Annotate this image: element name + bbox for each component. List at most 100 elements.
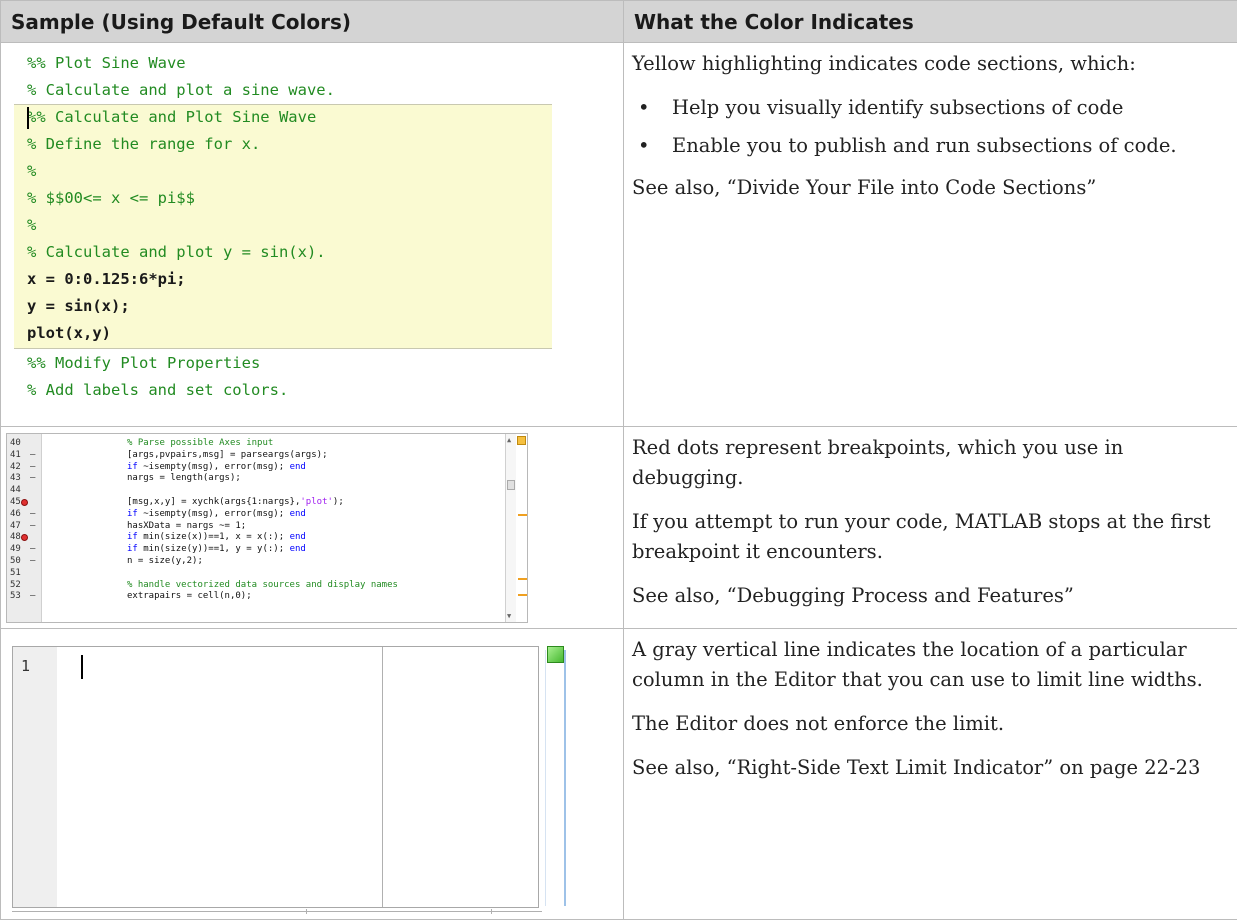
code-text: [args,pvpairs,msg] = parseargs(args); bbox=[127, 450, 327, 462]
text-cursor bbox=[81, 655, 83, 679]
line-number: 42 bbox=[10, 462, 21, 474]
text-cursor bbox=[27, 107, 29, 129]
line-number: 48 bbox=[10, 532, 21, 544]
code-text: if min(size(y))==1, y = y(:); end bbox=[127, 544, 306, 556]
sample-cell-text-limit: 1 bbox=[1, 629, 624, 920]
code-line: 48 if min(size(x))==1, x = x(:); end bbox=[7, 532, 505, 544]
list-item: • Enable you to publish and run subsectio… bbox=[632, 131, 1229, 161]
code-line: % Calculate and plot a sine wave. bbox=[14, 77, 552, 104]
code-line: 47– hasXData = nargs ~= 1; bbox=[7, 521, 505, 533]
see-also-link[interactable]: See also, “Divide Your File into Code Se… bbox=[632, 173, 1229, 203]
divider bbox=[306, 909, 307, 914]
code-line: 49–if min(size(y))==1, y = y(:); end bbox=[7, 544, 505, 556]
sample-cell-breakpoints: ▲ ▼ 40% Parse possible Axes input41–[arg… bbox=[1, 427, 624, 629]
code-line: %% Calculate and Plot Sine Wave bbox=[14, 104, 552, 131]
code-text: n = size(y,2); bbox=[127, 556, 203, 568]
executable-line-marker[interactable]: – bbox=[30, 509, 35, 521]
code-line: x = 0:0.125:6*pi; bbox=[14, 266, 552, 293]
code-line: % Define the range for x. bbox=[14, 131, 552, 158]
scroll-up-icon[interactable]: ▲ bbox=[507, 436, 511, 444]
line-number: 51 bbox=[10, 568, 21, 580]
line-number: 46 bbox=[10, 509, 21, 521]
code-line: % bbox=[14, 158, 552, 185]
text-limit-line bbox=[382, 647, 383, 907]
bullet-icon: • bbox=[638, 131, 650, 161]
executable-line-marker[interactable]: – bbox=[30, 521, 35, 533]
code-text: if ~isempty(msg), error(msg); end bbox=[127, 509, 306, 521]
bullet-icon: • bbox=[638, 93, 650, 123]
code-line: % bbox=[14, 212, 552, 239]
line-number: 1 bbox=[21, 657, 30, 675]
vertical-scrollbar[interactable] bbox=[545, 650, 566, 906]
code-text: nargs = length(args); bbox=[127, 473, 241, 485]
line-number: 40 bbox=[10, 438, 21, 450]
warning-marker-icon[interactable] bbox=[518, 514, 527, 516]
code-line: 46– if ~isempty(msg), error(msg); end bbox=[7, 509, 505, 521]
code-line: %% Plot Sine Wave bbox=[14, 50, 552, 77]
code-line: 42– if ~isempty(msg), error(msg); end bbox=[7, 462, 505, 474]
sample-cell-code-sections: %% Plot Sine Wave % Calculate and plot a… bbox=[1, 43, 624, 427]
description-text: The Editor does not enforce the limit. bbox=[632, 709, 1229, 739]
table-row: %% Plot Sine Wave % Calculate and plot a… bbox=[1, 43, 1237, 427]
table-row: 1 A gray vertical line indicates the loc… bbox=[1, 629, 1237, 920]
code-line: % Calculate and plot y = sin(x). bbox=[14, 239, 552, 266]
code-sections-sample: %% Plot Sine Wave % Calculate and plot a… bbox=[14, 50, 552, 419]
description-text: Red dots represent breakpoints, which yo… bbox=[632, 433, 1229, 493]
executable-line-marker[interactable]: – bbox=[30, 591, 35, 603]
line-number: 41 bbox=[10, 450, 21, 462]
editor-pane[interactable]: 1 bbox=[12, 646, 539, 908]
description-cell-code-sections: Yellow highlighting indicates code secti… bbox=[624, 43, 1237, 427]
code-line: %% Modify Plot Properties bbox=[14, 350, 552, 377]
text-limit-sample: 1 bbox=[1, 629, 624, 919]
description-cell-breakpoints: Red dots represent breakpoints, which yo… bbox=[624, 427, 1237, 629]
description-text: A gray vertical line indicates the locat… bbox=[632, 635, 1229, 695]
code-line: y = sin(x); bbox=[14, 293, 552, 320]
line-number: 47 bbox=[10, 521, 21, 533]
vertical-scrollbar[interactable] bbox=[505, 434, 516, 622]
line-number: 43 bbox=[10, 473, 21, 485]
breakpoint-icon[interactable] bbox=[21, 499, 28, 506]
code-line: 44 bbox=[7, 485, 505, 497]
bullet-list: •Help you visually identify subsections … bbox=[632, 93, 1229, 161]
executable-line-marker[interactable]: – bbox=[30, 473, 35, 485]
divider bbox=[491, 909, 492, 914]
code-line: 53–extrapairs = cell(n,0); bbox=[7, 591, 505, 603]
executable-line-marker[interactable]: – bbox=[30, 450, 35, 462]
description-cell-text-limit: A gray vertical line indicates the locat… bbox=[624, 629, 1237, 920]
line-number: 45 bbox=[10, 497, 21, 509]
code-line: % Add labels and set colors. bbox=[14, 377, 552, 404]
code-text: % handle vectorized data sources and dis… bbox=[127, 580, 398, 592]
code-text: hasXData = nargs ~= 1; bbox=[127, 521, 246, 533]
color-indicator-table: Sample (Using Default Colors) What the C… bbox=[0, 0, 1237, 920]
see-also-link[interactable]: See also, “Right-Side Text Limit Indicat… bbox=[632, 753, 1229, 783]
executable-line-marker[interactable]: – bbox=[30, 462, 35, 474]
line-number: 52 bbox=[10, 580, 21, 592]
breakpoints-sample: ▲ ▼ 40% Parse possible Axes input41–[arg… bbox=[6, 433, 528, 623]
code-text: [msg,x,y] = xychk(args{1:nargs},'plot'); bbox=[127, 497, 344, 509]
line-number-gutter bbox=[13, 647, 57, 907]
header-sample: Sample (Using Default Colors) bbox=[1, 1, 624, 43]
warning-marker-icon[interactable] bbox=[518, 594, 527, 596]
header-meaning: What the Color Indicates bbox=[624, 1, 1237, 43]
see-also-link[interactable]: See also, “Debugging Process and Feature… bbox=[632, 581, 1229, 611]
scrollbar-thumb[interactable] bbox=[507, 480, 515, 490]
code-line: 40 % Parse possible Axes input bbox=[7, 438, 505, 450]
code-text: if ~isempty(msg), error(msg); end bbox=[127, 462, 306, 474]
code-analyzer-status-icon[interactable] bbox=[517, 436, 526, 445]
code-line: 43– nargs = length(args); bbox=[7, 473, 505, 485]
code-text: if min(size(x))==1, x = x(:); end bbox=[127, 532, 306, 544]
code-line: 51 bbox=[7, 568, 505, 580]
line-number: 53 bbox=[10, 591, 21, 603]
line-number: 44 bbox=[10, 485, 21, 497]
executable-line-marker[interactable]: – bbox=[30, 544, 35, 556]
code-line: plot(x,y) bbox=[14, 320, 552, 347]
list-item-text: Enable you to publish and run subsection… bbox=[672, 134, 1177, 157]
description-text: If you attempt to run your code, MATLAB … bbox=[632, 507, 1229, 567]
scroll-down-icon[interactable]: ▼ bbox=[507, 612, 511, 620]
code-text: % Parse possible Axes input bbox=[127, 438, 273, 450]
breakpoint-icon[interactable] bbox=[21, 534, 28, 541]
line-number: 50 bbox=[10, 556, 21, 568]
horizontal-scrollbar[interactable] bbox=[12, 911, 542, 912]
executable-line-marker[interactable]: – bbox=[30, 556, 35, 568]
warning-marker-icon[interactable] bbox=[518, 578, 527, 580]
